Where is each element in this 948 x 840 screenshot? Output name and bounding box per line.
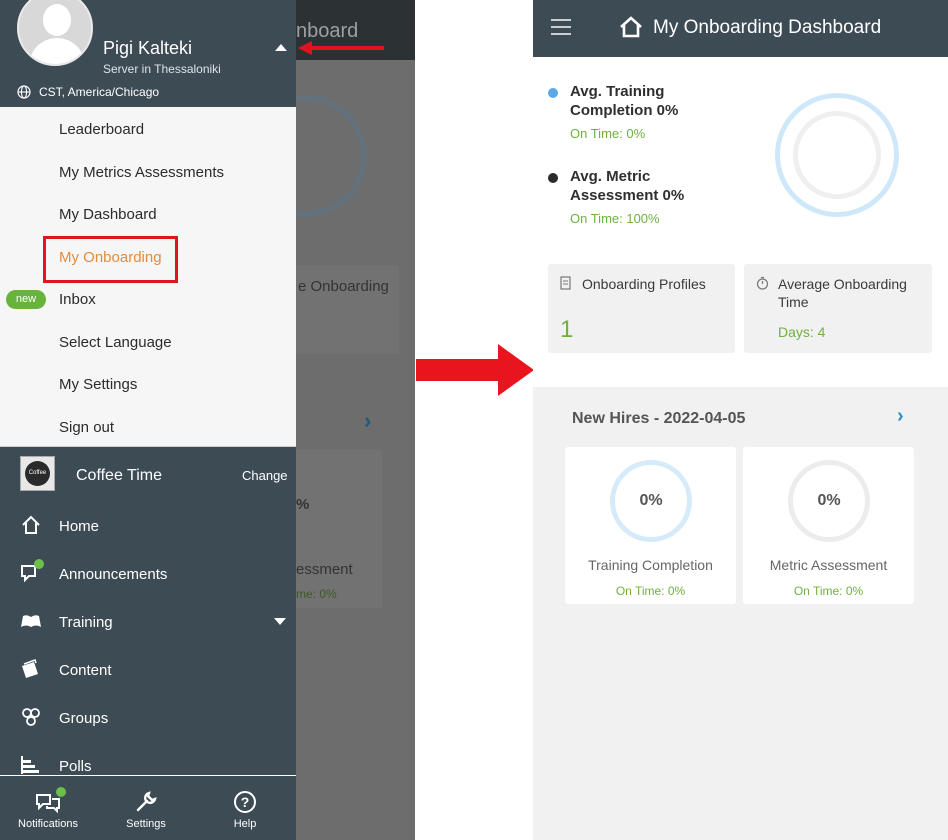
page-title: My Onboarding Dashboard: [653, 17, 882, 38]
stat-title: Avg. Metric Assessment 0%: [570, 168, 685, 204]
stopwatch-icon: [756, 276, 769, 290]
highlight-box: [43, 236, 178, 283]
timezone-label: CST, America/Chicago: [39, 85, 160, 99]
progress-ring: [775, 93, 899, 217]
menu-item-my-settings[interactable]: My Settings: [59, 376, 137, 393]
nav-item-polls[interactable]: Polls: [0, 744, 296, 774]
stat-sub: On Time: 0%: [570, 126, 646, 141]
tile-average-onboarding-time[interactable]: Average Onboarding Time Days: 4: [744, 264, 932, 353]
timezone: CST, America/Chicago: [17, 85, 159, 99]
bottom-label-help: Help: [233, 818, 257, 830]
menu-item-leaderboard[interactable]: Leaderboard: [59, 121, 144, 138]
collapse-caret-icon[interactable]: [275, 44, 287, 51]
nav-label-polls: Polls: [59, 758, 92, 774]
right-screen: My Onboarding Dashboard Avg. Training Co…: [533, 0, 948, 840]
tile-label: Average Onboarding Time: [778, 276, 907, 310]
document-icon: [560, 276, 571, 290]
stat-title: Avg. Training Completion 0%: [570, 83, 679, 119]
nav-item-announcements[interactable]: Announcements: [0, 552, 296, 600]
menu-icon[interactable]: [551, 19, 571, 35]
menu-item-select-language[interactable]: Select Language: [59, 334, 172, 351]
card-ring-value: 0%: [788, 460, 870, 542]
new-badge: new: [6, 290, 46, 309]
transition-arrow-icon: [416, 344, 534, 396]
nav-item-content[interactable]: Content: [0, 648, 296, 696]
expand-caret-icon[interactable]: [274, 618, 286, 625]
wrench-icon: [136, 791, 157, 812]
profile-server: Server in Thessaloniki: [103, 62, 221, 76]
drawer-nav: Home Announcements Training Content Grou…: [0, 504, 296, 774]
poll-icon: [21, 756, 39, 774]
bottom-item-help[interactable]: ? Help: [200, 790, 290, 830]
background-app-title: nboard: [296, 20, 359, 42]
bottom-item-notifications[interactable]: Notifications: [3, 787, 93, 830]
globe-icon: [17, 85, 31, 99]
tile-onboarding-profiles[interactable]: Onboarding Profiles 1: [548, 264, 735, 353]
home-icon: [22, 515, 40, 534]
nav-item-training[interactable]: Training: [0, 600, 296, 648]
menu-item-my-metrics-assessments[interactable]: My Metrics Assessments: [59, 164, 224, 181]
notification-dot: [34, 559, 44, 569]
groups-icon: [22, 708, 40, 726]
background-card-sub: me: 0%: [296, 587, 337, 601]
dashboard-header: My Onboarding Dashboard: [533, 0, 948, 57]
workspace-name: Coffee Time: [76, 467, 162, 484]
background-chevron-icon: ›: [364, 408, 372, 433]
profile-name: Pigi Kalteki: [103, 38, 193, 58]
notifications-dot: [56, 787, 66, 797]
background-card-label: essment: [296, 561, 353, 578]
card-label: Metric Assessment: [769, 557, 888, 573]
background-ring-value: %: [296, 496, 310, 513]
card-metric-assessment[interactable]: 0% Metric Assessment On Time: 0%: [743, 447, 914, 604]
stat-dot-dark: [548, 173, 558, 183]
nav-item-groups[interactable]: Groups: [0, 696, 296, 744]
stat-dot-blue: [548, 88, 558, 98]
new-hires-section: New Hires - 2022-04-05 › 0% Training Com…: [533, 387, 948, 840]
tile-value: Days: 4: [778, 324, 826, 340]
home-icon: [620, 16, 642, 38]
nav-label-groups: Groups: [59, 710, 109, 727]
card-label: Training Completion: [588, 557, 713, 573]
background-tile-label: e Onboarding: [298, 278, 389, 295]
menu-item-inbox[interactable]: Inbox: [59, 291, 96, 308]
navigation-drawer: Pigi Kalteki Server in Thessaloniki CST,…: [0, 0, 296, 840]
menu-item-my-dashboard[interactable]: My Dashboard: [59, 206, 157, 223]
bottom-label-notifications: Notifications: [18, 818, 78, 830]
tile-label: Onboarding Profiles: [582, 276, 706, 292]
card-sub: On Time: 0%: [615, 584, 686, 598]
question-icon: ?: [234, 791, 256, 813]
nav-item-home[interactable]: Home: [0, 504, 296, 552]
workspace-change-button[interactable]: Change: [242, 468, 288, 483]
avatar: [17, 0, 93, 66]
bottom-item-settings[interactable]: Settings: [101, 790, 191, 830]
book-icon: [21, 615, 41, 627]
bottom-label-settings: Settings: [126, 818, 166, 830]
menu-item-sign-out[interactable]: Sign out: [59, 419, 114, 436]
chevron-right-icon[interactable]: ›: [897, 405, 904, 428]
workspace-switcher: Coffee Coffee Time Change: [0, 448, 296, 504]
nav-label-announcements: Announcements: [59, 566, 168, 583]
nav-label-training: Training: [59, 614, 113, 631]
card-training-completion[interactable]: 0% Training Completion On Time: 0%: [565, 447, 736, 604]
nav-label-home: Home: [59, 518, 100, 535]
card-sub: On Time: 0%: [793, 584, 864, 598]
profile-header[interactable]: Pigi Kalteki Server in Thessaloniki CST,…: [0, 0, 296, 106]
background-card: [296, 450, 382, 608]
tile-value: 1: [560, 316, 574, 343]
workspace-logo: Coffee: [20, 456, 55, 491]
stat-sub: On Time: 100%: [570, 211, 660, 226]
red-arrow-icon: [298, 41, 384, 55]
card-ring-value: 0%: [610, 460, 692, 542]
section-title: New Hires - 2022-04-05: [572, 410, 746, 427]
svg-text:?: ?: [241, 794, 250, 810]
folder-icon: [22, 659, 38, 678]
left-screen: nboard e Onboarding › % essment me: 0% P…: [0, 0, 415, 840]
nav-label-content: Content: [59, 662, 112, 679]
bottom-bar: Notifications Settings ? Help: [0, 775, 296, 840]
